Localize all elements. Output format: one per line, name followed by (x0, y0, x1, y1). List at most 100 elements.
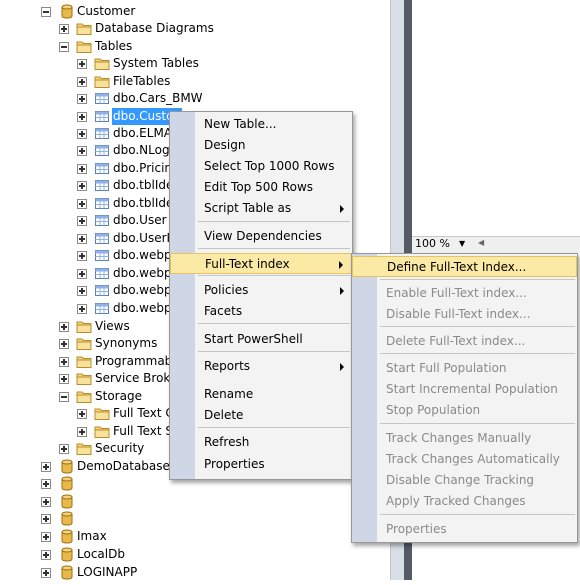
tree-node[interactable] (0, 493, 390, 510)
menu-item-label: Design (204, 138, 246, 152)
submenu-item[interactable]: Delete Full-Text index... (352, 331, 577, 352)
expand-icon[interactable] (59, 24, 69, 34)
table-icon (94, 196, 110, 211)
menu-item[interactable]: Full-Text index (170, 253, 352, 274)
expand-icon[interactable] (41, 514, 51, 524)
collapse-icon[interactable] (59, 42, 69, 52)
menu-item[interactable]: Edit Top 500 Rows (170, 177, 352, 198)
tree-node[interactable]: System Tables (0, 55, 390, 72)
menu-item[interactable]: Facets (170, 301, 352, 322)
tree-node-label: dbo.NLog_ (113, 143, 171, 157)
expand-icon[interactable] (41, 462, 51, 472)
tree-node-label: dbo.Cars_BMW (113, 91, 203, 105)
expand-icon[interactable] (77, 77, 87, 87)
submenu-arrow-icon (340, 205, 344, 213)
menu-separator (198, 275, 350, 276)
submenu-item[interactable]: Enable Full-Text index... (352, 283, 577, 304)
folder-icon (76, 319, 92, 334)
database-icon (59, 494, 75, 509)
collapse-icon[interactable] (59, 392, 69, 402)
menu-item[interactable]: Policies (170, 280, 352, 301)
submenu-item[interactable]: Start Incremental Population (352, 379, 577, 400)
menu-item[interactable]: View Dependencies (170, 226, 352, 247)
expand-icon[interactable] (59, 339, 69, 349)
tree-node[interactable] (0, 510, 390, 527)
tree-node[interactable]: dbo.Cars_BMW (0, 90, 390, 107)
submenu-item[interactable]: Track Changes Manually (352, 428, 577, 449)
tree-node[interactable]: Customer (0, 3, 390, 20)
folder-icon (76, 39, 92, 54)
submenu-item[interactable]: Track Changes Automatically (352, 449, 577, 470)
menu-item-label: Define Full-Text Index... (387, 260, 527, 274)
tree-node-label: Full Text Ca (113, 406, 171, 420)
menu-item[interactable]: Start PowerShell (170, 329, 352, 350)
tree-node[interactable]: FileTables (0, 73, 390, 90)
menu-item[interactable]: Refresh (170, 432, 352, 453)
tree-node-label: System Tables (113, 56, 199, 70)
scroll-left-icon[interactable]: ◀ (478, 238, 484, 247)
table-icon (94, 91, 110, 106)
zoom-dropdown[interactable]: 100 % ▼ (415, 237, 473, 251)
menu-separator (380, 423, 575, 424)
menu-item-label: Facets (204, 304, 243, 318)
expand-icon[interactable] (41, 497, 51, 507)
expand-icon[interactable] (77, 269, 87, 279)
tree-node[interactable]: LocalDb (0, 546, 390, 563)
expand-icon[interactable] (77, 164, 87, 174)
expand-icon[interactable] (59, 374, 69, 384)
expand-icon[interactable] (41, 568, 51, 578)
menu-item[interactable]: Script Table as (170, 198, 352, 219)
expand-icon[interactable] (59, 357, 69, 367)
menu-item[interactable]: Select Top 1000 Rows (170, 156, 352, 177)
tree-node-label: FileTables (113, 74, 171, 88)
expand-icon[interactable] (77, 234, 87, 244)
collapse-icon[interactable] (41, 7, 51, 17)
expand-icon[interactable] (77, 112, 87, 122)
expand-icon[interactable] (77, 251, 87, 261)
tree-node[interactable]: Tables (0, 38, 390, 55)
submenu-arrow-icon (340, 363, 344, 371)
expand-icon[interactable] (77, 199, 87, 209)
folder-icon (76, 354, 92, 369)
submenu-item[interactable]: Disable Full-Text index... (352, 304, 577, 325)
expand-icon[interactable] (59, 322, 69, 332)
expand-icon[interactable] (77, 216, 87, 226)
menu-item[interactable]: Design (170, 135, 352, 156)
menu-item[interactable]: Reports (170, 356, 352, 377)
database-icon (59, 529, 75, 544)
submenu-item[interactable]: Define Full-Text Index... (352, 256, 577, 277)
expand-icon[interactable] (77, 304, 87, 314)
tree-node-label: Views (95, 319, 130, 333)
expand-icon[interactable] (77, 409, 87, 419)
expand-icon[interactable] (77, 181, 87, 191)
tree-node-label: Customer (77, 4, 136, 18)
submenu-item[interactable]: Start Full Population (352, 358, 577, 379)
expand-icon[interactable] (59, 444, 69, 454)
menu-separator (380, 326, 575, 327)
submenu-item[interactable]: Disable Change Tracking (352, 470, 577, 491)
tree-node[interactable]: Imax (0, 528, 390, 545)
expand-icon[interactable] (77, 129, 87, 139)
tree-node-label: Synonyms (95, 336, 158, 350)
menu-item[interactable]: Rename (170, 384, 352, 405)
tree-node[interactable]: Database Diagrams (0, 20, 390, 37)
menu-item[interactable]: Delete (170, 405, 352, 426)
expand-icon[interactable] (41, 532, 51, 542)
submenu-item[interactable]: Stop Population (352, 400, 577, 421)
menu-item-label: Disable Change Tracking (386, 473, 535, 487)
menu-separator (198, 248, 350, 249)
submenu-item[interactable]: Apply Tracked Changes (352, 491, 577, 512)
expand-icon[interactable] (77, 427, 87, 437)
expand-icon[interactable] (41, 550, 51, 560)
expand-icon[interactable] (77, 94, 87, 104)
expand-icon[interactable] (77, 146, 87, 156)
menu-item[interactable]: Properties (170, 454, 352, 475)
fulltext-submenu: Define Full-Text Index... Enable Full-Tex… (351, 253, 578, 543)
expand-icon[interactable] (77, 59, 87, 69)
menu-item-label: Properties (386, 522, 447, 536)
menu-item[interactable]: New Table... (170, 114, 352, 135)
tree-node[interactable]: LOGINAPP (0, 564, 390, 581)
submenu-item[interactable]: Properties (352, 519, 577, 540)
expand-icon[interactable] (77, 286, 87, 296)
expand-icon[interactable] (41, 479, 51, 489)
